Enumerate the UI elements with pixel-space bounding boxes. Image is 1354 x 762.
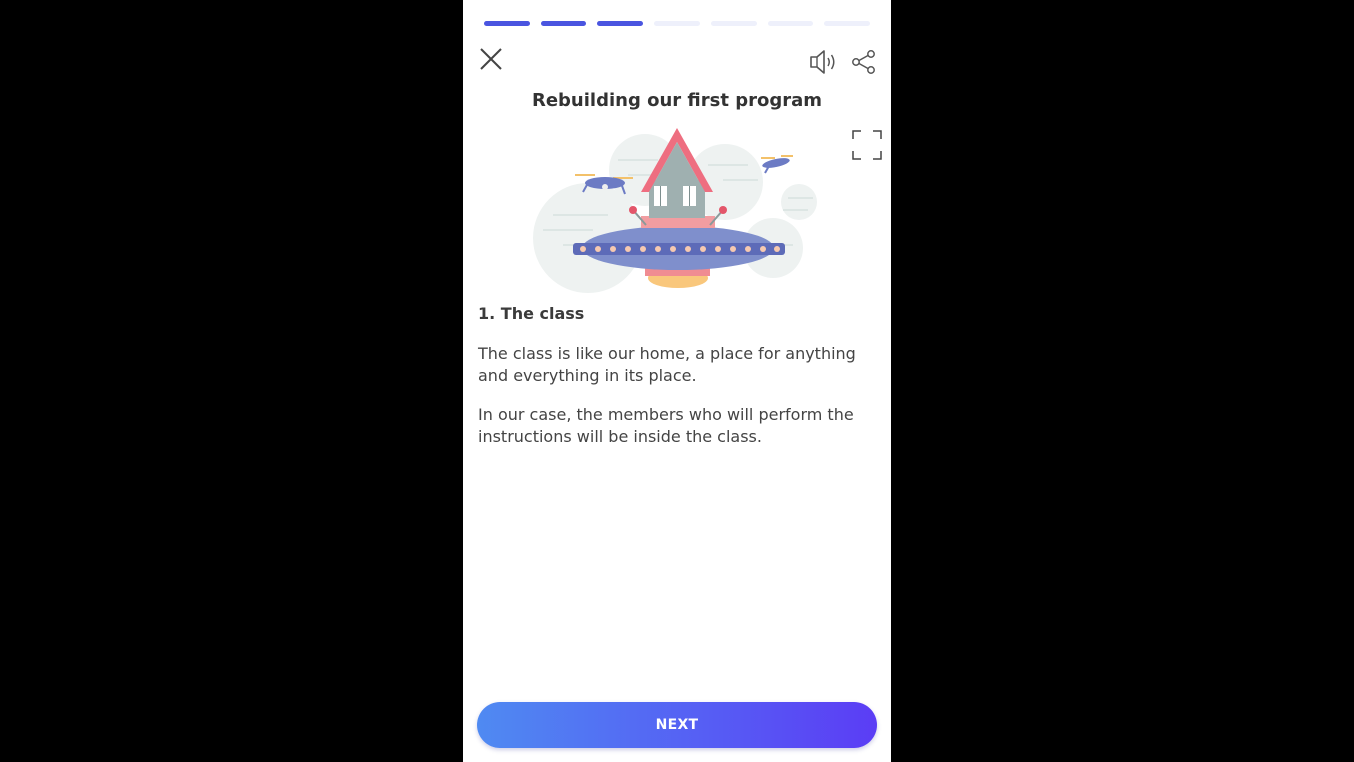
lesson-title: Rebuilding our first program: [531, 90, 823, 111]
lesson-paragraph-2: In our case, the members who will perfor…: [478, 405, 854, 446]
next-button[interactable]: NEXT: [477, 702, 877, 748]
progress-segment-4: [654, 21, 700, 26]
fullscreen-icon: [852, 130, 882, 160]
progress-segment-2: [540, 21, 587, 26]
lesson-progress-bar: [484, 21, 871, 26]
progress-segment-5: [710, 21, 757, 26]
fullscreen-button[interactable]: [851, 129, 883, 161]
lesson-screen: Rebuilding our first program 1. The clas…: [463, 0, 891, 762]
close-button[interactable]: [478, 46, 504, 72]
section-heading: 1. The class: [478, 304, 585, 323]
lesson-paragraph-1: The class is like our home, a place for …: [478, 344, 856, 385]
audio-button[interactable]: [808, 48, 838, 76]
close-icon: [480, 48, 502, 70]
flying-house-illustration: [533, 128, 817, 293]
speaker-icon: [810, 50, 835, 74]
progress-segment-6: [767, 21, 814, 26]
share-button[interactable]: [851, 49, 877, 75]
progress-segment-3: [597, 21, 644, 26]
progress-segment-1: [484, 21, 530, 26]
share-icon: [852, 50, 875, 74]
progress-segment-7: [824, 21, 871, 26]
